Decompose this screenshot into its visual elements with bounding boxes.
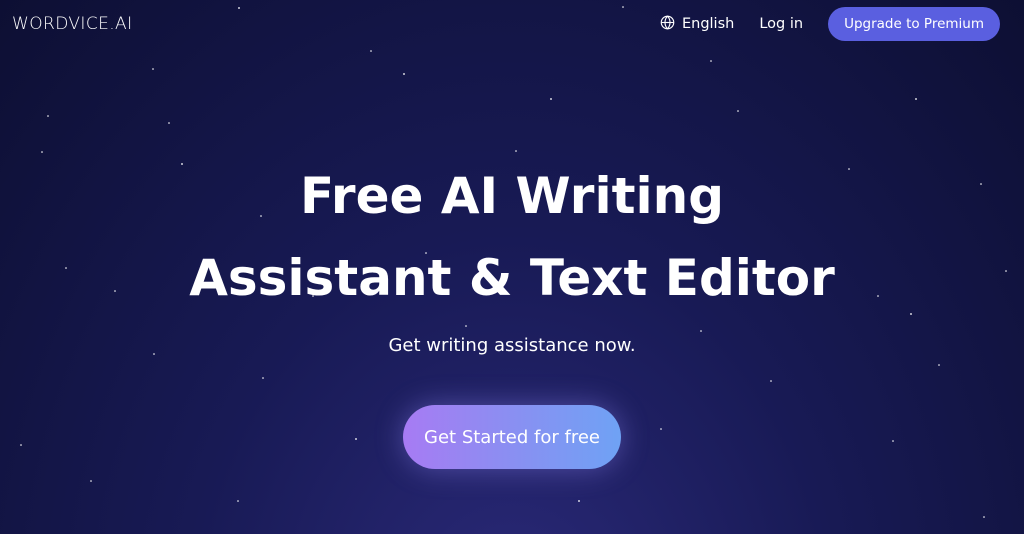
hero-title: Free AI Writing Assistant & Text Editor	[0, 155, 1024, 319]
top-navigation-bar: WORDVICE.AI English Log in Upgrade to Pr…	[0, 0, 1024, 48]
star	[938, 364, 940, 366]
hero-subtitle: Get writing assistance now.	[388, 335, 636, 356]
star	[550, 98, 552, 100]
star	[515, 150, 517, 152]
star	[370, 50, 372, 52]
star	[915, 98, 917, 100]
star	[737, 110, 739, 112]
cta-container: Get Started for free	[0, 405, 1024, 469]
hero-section: Free AI Writing Assistant & Text Editor …	[0, 155, 1024, 356]
get-started-button[interactable]: Get Started for free	[403, 405, 621, 469]
login-link[interactable]: Log in	[759, 16, 803, 32]
star	[403, 73, 405, 75]
star	[262, 377, 264, 379]
star	[578, 500, 580, 502]
star	[237, 500, 239, 502]
hero-title-line-1: Free AI Writing	[299, 167, 725, 225]
star	[983, 516, 985, 518]
star	[90, 480, 92, 482]
wordvice-logo[interactable]: WORDVICE.AI	[12, 14, 133, 34]
star	[47, 115, 49, 117]
star	[152, 68, 154, 70]
star	[41, 151, 43, 153]
language-selector[interactable]: English	[660, 14, 735, 34]
star	[710, 60, 712, 62]
star	[770, 380, 772, 382]
hero-title-line-2: Assistant & Text Editor	[189, 249, 835, 307]
upgrade-premium-button[interactable]: Upgrade to Premium	[828, 7, 1000, 41]
header-nav: English Log in Upgrade to Premium	[660, 7, 1000, 41]
star	[168, 122, 170, 124]
language-label: English	[681, 16, 735, 32]
globe-icon	[660, 14, 675, 34]
